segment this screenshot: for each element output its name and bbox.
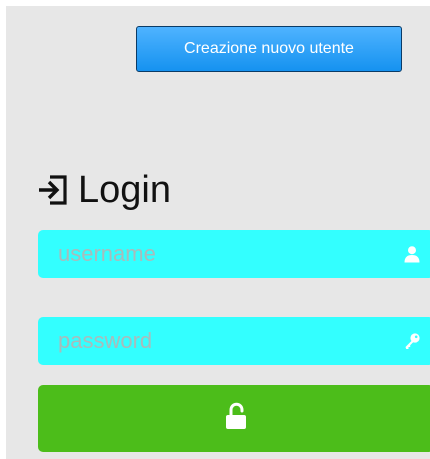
user-icon — [390, 230, 430, 278]
login-panel: Creazione nuovo utente Login — [6, 6, 430, 459]
login-submit-button[interactable] — [38, 385, 430, 452]
create-user-button-label: Creazione nuovo utente — [184, 40, 354, 57]
password-field — [38, 317, 430, 365]
create-user-button[interactable]: Creazione nuovo utente — [136, 26, 402, 72]
sign-in-icon — [36, 173, 70, 207]
login-title: Login — [78, 169, 171, 211]
key-icon — [390, 317, 430, 365]
unlock-icon — [224, 402, 248, 435]
password-input[interactable] — [38, 317, 390, 365]
username-input[interactable] — [38, 230, 390, 278]
username-field — [38, 230, 430, 278]
login-heading: Login — [36, 166, 171, 214]
